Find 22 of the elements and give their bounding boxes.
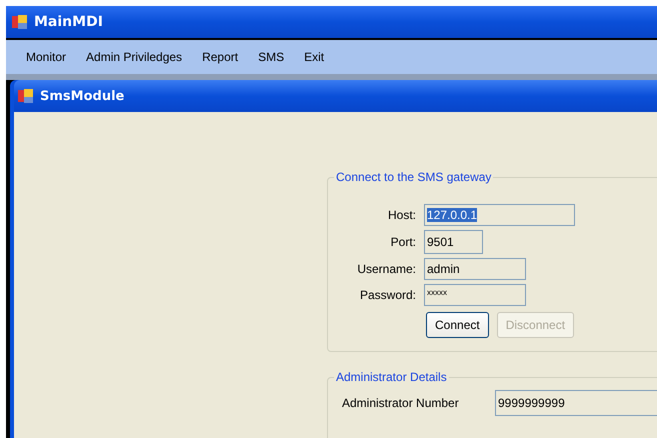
- menu-item[interactable]: Monitor: [16, 50, 76, 64]
- connect-button[interactable]: Connect: [426, 312, 489, 338]
- group-title: Administrator Details: [335, 370, 448, 384]
- input-field[interactable]: 9999999999: [495, 390, 657, 416]
- field-label: Username:: [356, 262, 416, 276]
- input-field[interactable]: xxxxx: [424, 284, 526, 306]
- menu-item[interactable]: SMS: [248, 50, 294, 64]
- input-field[interactable]: 9501: [424, 230, 483, 254]
- menu-item[interactable]: Report: [192, 50, 248, 64]
- field-label: Port:: [390, 235, 416, 249]
- input-field[interactable]: 127.0.0.1: [424, 204, 575, 226]
- menu-item[interactable]: Admin Priviledges: [76, 50, 192, 64]
- field-label: Password:: [358, 288, 416, 302]
- group-title: Connect to the SMS gateway: [335, 170, 492, 184]
- field-label: Administrator Number: [342, 396, 460, 410]
- app-icon: [12, 14, 28, 30]
- window-title: MainMDI: [34, 14, 103, 30]
- child-window-title: SmsModule: [40, 88, 124, 104]
- field-label: Host:: [386, 208, 416, 222]
- app-icon: [18, 88, 34, 104]
- menu-item[interactable]: Exit: [294, 50, 334, 64]
- input-field[interactable]: admin: [424, 258, 526, 280]
